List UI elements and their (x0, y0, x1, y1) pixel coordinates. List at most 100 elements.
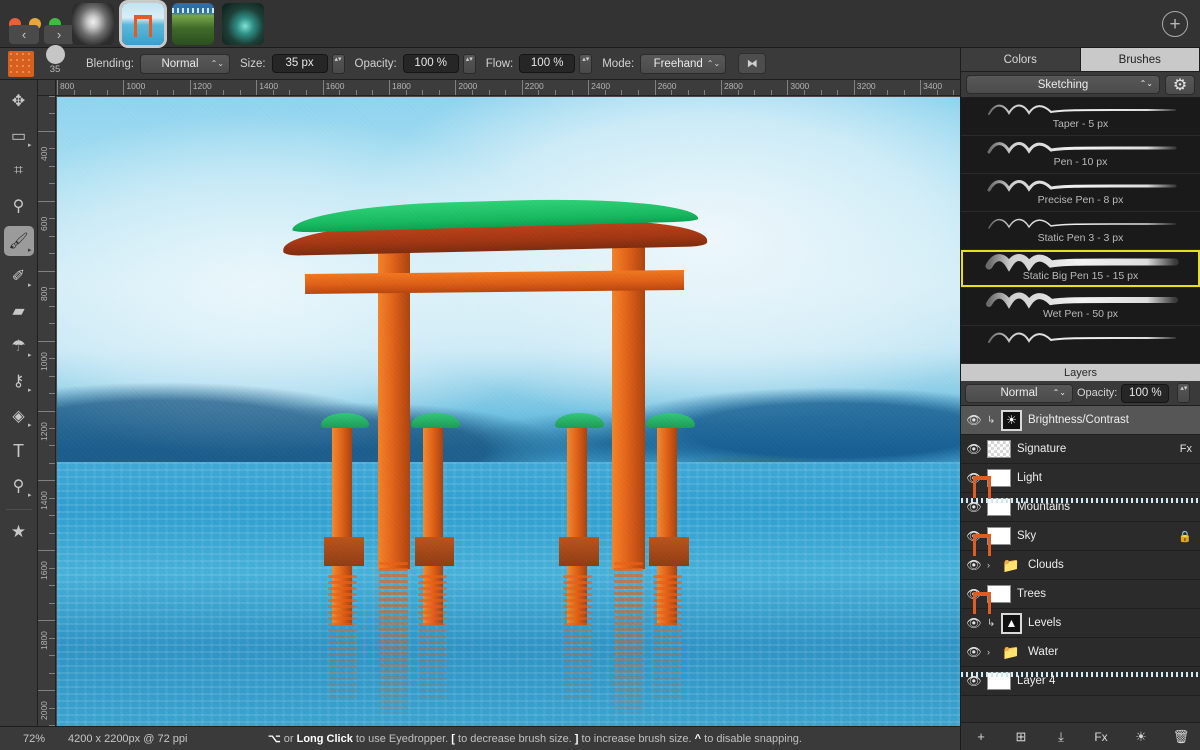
layer-row[interactable]: 👁SignatureFx (961, 435, 1200, 464)
move-tool[interactable]: ✥ (4, 86, 34, 116)
symmetry-icon[interactable]: ⧓ (738, 53, 766, 74)
horizontal-ruler[interactable]: 8001000120014001600180020002200240026002… (56, 80, 960, 96)
ruler-tick (621, 90, 622, 95)
brush-list-item[interactable]: Wet Pen - 50 px (961, 288, 1200, 326)
ruler-tick (49, 306, 55, 307)
ruler-tick (738, 90, 739, 95)
brush-size-input[interactable]: 35 px (272, 54, 328, 73)
layer-visibility-eye-icon[interactable]: 👁 (967, 413, 981, 427)
zoom-tool[interactable]: ⚲▸ (4, 471, 34, 501)
gradient-tool[interactable]: ◈▸ (4, 401, 34, 431)
layer-row[interactable]: 👁↳▲Levels (961, 609, 1200, 638)
brush-list-item[interactable]: Precise Pen - 8 px (961, 174, 1200, 212)
layer-row[interactable]: 👁Sky🔒 (961, 522, 1200, 551)
ruler-tick (870, 90, 871, 95)
group-disclosure-icon[interactable]: › (987, 647, 996, 657)
layer-lock-icon[interactable]: 🔒 (1178, 530, 1200, 543)
ruler-tick (49, 603, 55, 604)
layer-name-label: Sky (1017, 530, 1172, 542)
crop-tool[interactable]: ⌗ (4, 156, 34, 186)
layer-visibility-eye-icon[interactable]: 👁 (967, 558, 981, 572)
tab-brushes[interactable]: Brushes (1081, 48, 1200, 72)
layer-row[interactable]: 👁›📁Clouds (961, 551, 1200, 580)
paintbrush-tool[interactable]: 🖌▸ (4, 226, 34, 256)
tab-colors[interactable]: Colors (961, 48, 1081, 72)
ruler-tick (771, 90, 772, 95)
delete-layer-icon[interactable]: 🗑 (1172, 728, 1190, 746)
layer-panel-footer: + ⊞ ⤓ Fx ☀ 🗑 (961, 722, 1200, 750)
blending-mode-select[interactable]: Normal ⌃⌄ (140, 54, 230, 74)
adjustment-icon[interactable]: ☀ (1132, 728, 1150, 746)
layer-row[interactable]: 👁Mountains (961, 493, 1200, 522)
brush-list-item[interactable]: Static Big Pen 15 - 15 px (961, 250, 1200, 288)
layer-visibility-eye-icon[interactable]: 👁 (967, 442, 981, 456)
ruler-tick (173, 90, 174, 95)
gear-icon[interactable]: ⚙ (1165, 75, 1195, 95)
add-layer-icon[interactable]: + (972, 728, 990, 746)
layer-effects-badge[interactable]: Fx (1180, 443, 1200, 455)
doc-thumbnail-cave[interactable] (222, 3, 264, 45)
ruler-tick (356, 90, 357, 95)
brush-list-item[interactable]: Taper - 5 px (961, 98, 1200, 136)
opacity-stepper[interactable]: ▴▾ (463, 54, 476, 74)
ruler-label: 3200 (857, 81, 876, 91)
ruler-tick (572, 90, 573, 95)
tool-divider (6, 509, 32, 510)
layer-visibility-eye-icon[interactable]: 👁 (967, 616, 981, 630)
opacity-input[interactable]: 100 % (403, 54, 459, 73)
effects-icon[interactable]: Fx (1092, 728, 1110, 746)
crop-tool-icon: ⌗ (14, 162, 23, 180)
layer-blend-select[interactable]: Normal ⌃⌄ (965, 384, 1073, 403)
import-layer-icon[interactable]: ⤓ (1052, 728, 1070, 746)
eyedropper-tool[interactable]: ⚲ (4, 191, 34, 221)
prev-document-button[interactable]: ‹ (9, 25, 39, 44)
favorites-tool[interactable]: ★ (4, 517, 34, 547)
doc-thumbnail-coast[interactable] (172, 3, 214, 45)
clipping-mask-icon: ↳ (987, 618, 995, 629)
ruler-tick (157, 90, 158, 95)
doc-thumbnail-bw-portrait[interactable] (72, 3, 114, 45)
rect-select-tool[interactable]: ▭▸ (4, 121, 34, 151)
pencil-tool[interactable]: ✐▸ (4, 261, 34, 291)
eraser-tool[interactable]: ▰ (4, 296, 34, 326)
text-tool[interactable]: T (4, 436, 34, 466)
eyedropper-tool-icon: ⚲ (13, 196, 25, 216)
ruler-tick (671, 90, 672, 95)
next-document-button[interactable]: › (44, 25, 74, 44)
layer-thumbnail (987, 585, 1011, 603)
flow-stepper[interactable]: ▴▾ (579, 54, 592, 74)
add-group-icon[interactable]: ⊞ (1012, 728, 1030, 746)
brush-size-stepper[interactable]: ▴▾ (332, 54, 345, 74)
brush-list-item[interactable]: Pen - 10 px (961, 136, 1200, 174)
layer-opacity-input[interactable]: 100 % (1121, 384, 1169, 403)
ruler-tick (49, 568, 55, 569)
layer-opacity-stepper[interactable]: ▴▾ (1177, 383, 1190, 403)
layer-row[interactable]: 👁Layer 4 (961, 667, 1200, 696)
doc-thumbnail-torii[interactable] (122, 3, 164, 45)
clone-stamp-tool[interactable]: ⚷▸ (4, 366, 34, 396)
brush-category-select[interactable]: Sketching ⌃⌄ (966, 75, 1160, 94)
zoom-level[interactable]: 72% (0, 733, 68, 745)
brush-stroke-path (989, 106, 1175, 115)
brush-list-item[interactable] (961, 326, 1200, 364)
hint-option-key: ⌥ (268, 733, 281, 745)
ruler-tick (206, 90, 207, 95)
layer-row[interactable]: 👁Light (961, 464, 1200, 493)
vertical-ruler[interactable]: 400600800100012001400160018002000 (38, 96, 56, 726)
artwork-canvas[interactable] (57, 97, 960, 726)
brush-list-item[interactable]: Static Pen 3 - 3 px (961, 212, 1200, 250)
ruler-tick (123, 80, 124, 95)
layer-row[interactable]: 👁›📁Water (961, 638, 1200, 667)
smudge-tool[interactable]: ☂▸ (4, 331, 34, 361)
new-document-button[interactable]: + (1162, 11, 1188, 37)
foreground-color-swatch[interactable] (8, 51, 34, 77)
pencil-tool-icon: ✐ (12, 266, 25, 286)
layer-row[interactable]: 👁Trees (961, 580, 1200, 609)
layers-panel-header: Layers (961, 364, 1200, 381)
layer-visibility-eye-icon[interactable]: 👁 (967, 645, 981, 659)
group-disclosure-icon[interactable]: › (987, 560, 996, 570)
flow-input[interactable]: 100 % (519, 54, 575, 73)
ruler-tick (804, 90, 805, 95)
layer-row[interactable]: 👁↳☀Brightness/Contrast (961, 406, 1200, 435)
stroke-mode-select[interactable]: Freehand ⌃⌄ (640, 54, 726, 74)
